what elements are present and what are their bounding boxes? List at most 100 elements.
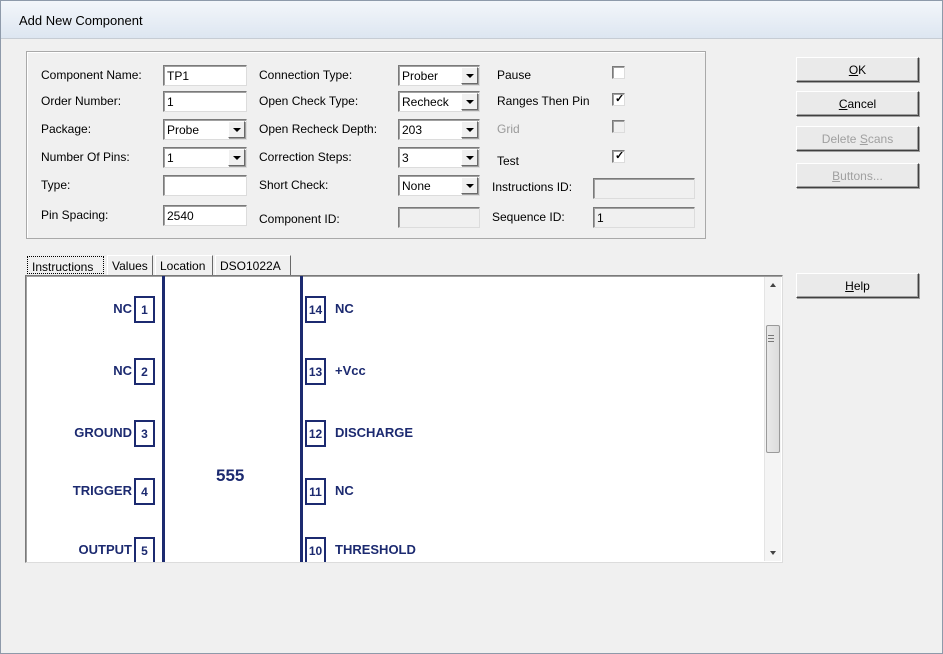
open-recheck-depth-label: Open Recheck Depth: (259, 122, 378, 136)
delete-scans-label: cans (867, 132, 894, 146)
component-id-input[interactable] (398, 207, 480, 228)
ranges-then-pin-checkbox[interactable]: ✓ (612, 93, 625, 106)
checkmark-icon: ✓ (615, 150, 625, 162)
pin-name-left-4: TRIGGER (72, 483, 132, 498)
instructions-view[interactable]: 555 NC 1 NC 2 GROUND 3 TRIGGER 4 OUTPUT … (25, 275, 783, 563)
tab-instructions[interactable]: Instructions (27, 256, 104, 274)
pin-name-left-1: NC (113, 301, 132, 316)
scroll-down-arrow-icon[interactable] (765, 544, 782, 561)
delete-scans-button[interactable]: Delete Scans (796, 126, 919, 151)
checkmark-icon: ✓ (615, 93, 625, 105)
component-name-label: Component Name: (41, 68, 142, 82)
chevron-down-icon[interactable] (461, 93, 478, 110)
chevron-down-icon[interactable] (461, 177, 478, 194)
open-check-type-value: Recheck (402, 95, 449, 109)
number-of-pins-value: 1 (167, 151, 174, 165)
connection-type-label: Connection Type: (259, 68, 353, 82)
buttons-label: uttons... (840, 169, 883, 183)
component-id-label: Component ID: (259, 212, 340, 226)
sequence-id-input[interactable]: 1 (593, 207, 695, 228)
short-check-label: Short Check: (259, 178, 329, 192)
chevron-down-icon[interactable] (228, 149, 245, 166)
short-check-select[interactable]: None (398, 175, 480, 196)
test-checkbox[interactable]: ✓ (612, 150, 625, 163)
pin-name-right-14: NC (335, 301, 354, 316)
tab-values[interactable]: Values (107, 255, 153, 275)
pin-name-right-12: DISCHARGE (335, 425, 414, 440)
help-label: elp (853, 279, 870, 293)
order-number-label: Order Number: (41, 94, 122, 108)
pin-name-right-13: +Vcc (335, 363, 366, 378)
pause-label: Pause (497, 68, 532, 82)
pin-number-left-1: 1 (134, 296, 155, 323)
pin-number-left-4: 4 (134, 478, 155, 505)
scrollbar-thumb[interactable] (766, 325, 780, 453)
chevron-down-icon[interactable] (461, 149, 478, 166)
pin-name-right-11: NC (335, 483, 354, 498)
add-component-dialog: Add New Component Component Name: TP1 Or… (0, 0, 943, 654)
cancel-button[interactable]: Cancel (796, 91, 919, 116)
number-of-pins-label: Number Of Pins: (41, 150, 130, 164)
pin-name-left-5: OUTPUT (78, 542, 132, 557)
scroll-up-arrow-icon[interactable] (765, 277, 782, 294)
correction-steps-value: 3 (402, 151, 409, 165)
ranges-then-pin-label: Ranges Then Pin (497, 94, 590, 108)
pause-checkbox[interactable] (612, 66, 625, 79)
pin-number-right-14: 14 (305, 296, 326, 323)
chip-name: 555 (216, 466, 245, 485)
ok-button[interactable]: OK (796, 57, 919, 82)
grid-checkbox[interactable] (612, 120, 625, 133)
instructions-id-input[interactable] (593, 178, 695, 199)
title-bar: Add New Component (1, 1, 942, 39)
chip-body (162, 276, 303, 562)
open-check-type-label: Open Check Type: (259, 94, 359, 108)
ok-label: K (858, 63, 867, 77)
help-mnemonic: H (845, 279, 854, 293)
package-label: Package: (41, 122, 92, 136)
package-value: Probe (167, 123, 200, 137)
ok-mnemonic: O (848, 63, 859, 77)
test-label: Test (497, 154, 520, 168)
pin-number-right-12: 12 (305, 420, 326, 447)
chevron-down-icon[interactable] (461, 67, 478, 84)
vertical-scrollbar[interactable] (764, 277, 781, 561)
pin-name-left-3: GROUND (74, 425, 132, 440)
tab-dso1022a[interactable]: DSO1022A (215, 255, 291, 275)
component-properties-panel: Component Name: TP1 Order Number: 1 Pack… (26, 51, 706, 239)
chevron-down-icon[interactable] (461, 121, 478, 138)
correction-steps-label: Correction Steps: (259, 150, 352, 164)
open-recheck-depth-select[interactable]: 203 (398, 119, 480, 140)
order-number-input[interactable]: 1 (163, 91, 247, 112)
type-label: Type: (41, 178, 71, 192)
correction-steps-select[interactable]: 3 (398, 147, 480, 168)
tab-location[interactable]: Location (155, 255, 213, 275)
component-name-input[interactable]: TP1 (163, 65, 247, 86)
open-check-type-select[interactable]: Recheck (398, 91, 480, 112)
connection-type-select[interactable]: Prober (398, 65, 480, 86)
buttons-mnemonic: B (832, 169, 841, 183)
type-input[interactable] (163, 175, 247, 196)
grid-label: Grid (497, 122, 520, 136)
sequence-id-label: Sequence ID: (492, 210, 565, 224)
pin-number-left-5: 5 (134, 537, 155, 562)
pin-name-left-2: NC (113, 363, 132, 378)
short-check-value: None (402, 179, 431, 193)
package-select[interactable]: Probe (163, 119, 247, 140)
pin-number-right-10: 10 (305, 537, 326, 562)
help-button[interactable]: Help (796, 273, 919, 298)
delete-scans-mnemonic: S (859, 132, 868, 146)
pin-number-right-11: 11 (305, 478, 326, 505)
chevron-down-icon[interactable] (228, 121, 245, 138)
pin-spacing-label: Pin Spacing: (41, 208, 109, 222)
cancel-label: ancel (847, 97, 877, 111)
pin-spacing-input[interactable]: 2540 (163, 205, 247, 226)
number-of-pins-select[interactable]: 1 (163, 147, 247, 168)
delete-scans-label-pre: Delete (821, 132, 860, 146)
window-title: Add New Component (19, 13, 143, 28)
buttons-button[interactable]: Buttons... (796, 163, 919, 188)
connection-type-value: Prober (402, 69, 439, 83)
pin-number-right-13: 13 (305, 358, 326, 385)
grip-icon (768, 335, 774, 342)
open-recheck-depth-value: 203 (402, 123, 423, 137)
instructions-id-label: Instructions ID: (492, 180, 573, 194)
